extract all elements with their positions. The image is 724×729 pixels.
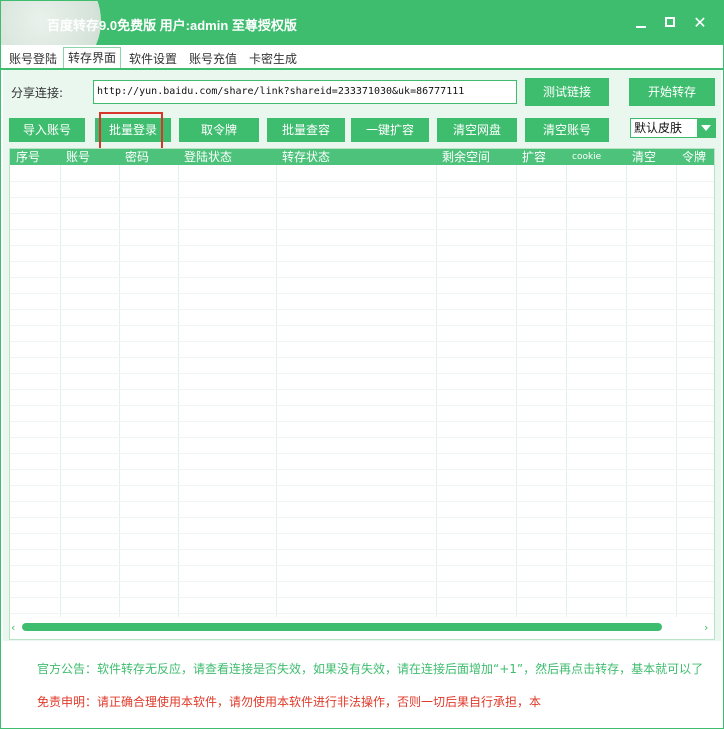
table-row-divider: [10, 309, 714, 310]
table-row-divider: [10, 613, 714, 614]
window-title: 百度转存9.0免费版 用户:admin 至尊授权版: [47, 18, 297, 33]
share-link-input[interactable]: http://yun.baidu.com/share/link?shareid=…: [93, 80, 517, 104]
column-header-expand[interactable]: 扩容: [518, 149, 546, 165]
column-header-password[interactable]: 密码: [121, 149, 149, 165]
maximize-icon[interactable]: [658, 11, 682, 35]
table-header: 序号 账号 密码 登陆状态 转存状态 剩余空间 扩容 cookie 清空 令牌: [10, 149, 714, 165]
table-row-divider: [10, 533, 714, 534]
skin-select-value: 默认皮肤: [634, 121, 683, 135]
one-click-expand-button[interactable]: 一键扩容: [351, 118, 429, 142]
table-row-divider: [10, 597, 714, 598]
column-header-transfer-status[interactable]: 转存状态: [278, 149, 330, 165]
test-link-button[interactable]: 测试链接: [525, 78, 609, 106]
minimize-icon[interactable]: [629, 11, 653, 35]
close-icon[interactable]: ✕: [688, 11, 712, 35]
table-row-divider: [10, 341, 714, 342]
table-row-divider: [10, 325, 714, 326]
table-row-divider: [10, 437, 714, 438]
tab-card-generate[interactable]: 卡密生成: [245, 49, 301, 69]
table-row-divider: [10, 421, 714, 422]
title-bar[interactable]: 百度转存9.0免费版 用户:admin 至尊授权版 ✕: [1, 1, 723, 81]
tab-bar: 账号登陆 转存界面 软件设置 账号充值 卡密生成: [1, 45, 723, 69]
table-row-divider: [10, 181, 714, 182]
share-link-label: 分享连接:: [11, 86, 64, 100]
column-header-clear[interactable]: 清空: [628, 149, 656, 165]
scroll-left-icon[interactable]: ‹: [11, 621, 15, 635]
start-transfer-button[interactable]: 开始转存: [629, 78, 715, 106]
column-header-cookie[interactable]: cookie: [568, 149, 601, 165]
table-row-divider: [10, 517, 714, 518]
column-header-index[interactable]: 序号: [12, 149, 40, 165]
transfer-panel: 分享连接: http://yun.baidu.com/share/link?sh…: [3, 70, 721, 641]
column-header-remaining-space[interactable]: 剩余空间: [438, 149, 490, 165]
column-header-login-status[interactable]: 登陆状态: [180, 149, 232, 165]
tab-recharge[interactable]: 账号充值: [185, 49, 241, 69]
clear-accounts-button[interactable]: 清空账号: [525, 118, 609, 142]
clear-disk-button[interactable]: 清空网盘: [437, 118, 517, 142]
table-row-divider: [10, 469, 714, 470]
horizontal-scrollbar[interactable]: ‹ ›: [10, 619, 714, 637]
skin-select[interactable]: 默认皮肤: [630, 118, 716, 138]
table-row-divider: [10, 549, 714, 550]
table-row-divider: [10, 197, 714, 198]
accounts-table: 序号 账号 密码 登陆状态 转存状态 剩余空间 扩容 cookie 清空 令牌: [9, 148, 715, 640]
table-row-divider: [10, 229, 714, 230]
table-row-divider: [10, 357, 714, 358]
table-row-divider: [10, 485, 714, 486]
batch-check-capacity-button[interactable]: 批量查容: [267, 118, 345, 142]
get-token-button[interactable]: 取令牌: [179, 118, 259, 142]
column-header-account[interactable]: 账号: [62, 149, 90, 165]
import-accounts-button[interactable]: 导入账号: [9, 118, 85, 142]
table-row-divider: [10, 565, 714, 566]
disclaimer: 免责申明：请正确合理使用本软件，请勿使用本软件进行非法操作，否则一切后果自行承担…: [37, 695, 542, 709]
table-row-divider: [10, 581, 714, 582]
scroll-right-icon[interactable]: ›: [704, 621, 708, 635]
table-row-divider: [10, 389, 714, 390]
table-row-divider: [10, 277, 714, 278]
tab-account-login[interactable]: 账号登陆: [5, 49, 61, 69]
tab-settings[interactable]: 软件设置: [125, 49, 181, 69]
table-row-divider: [10, 405, 714, 406]
official-notice: 官方公告：软件转存无反应，请查看连接是否失效，如果没有失效，请在连接后面增加“+…: [37, 662, 704, 676]
table-row-divider: [10, 453, 714, 454]
chevron-down-icon[interactable]: [697, 119, 715, 137]
table-row-divider: [10, 213, 714, 214]
scrollbar-thumb[interactable]: [22, 623, 662, 631]
table-row-divider: [10, 293, 714, 294]
table-row-divider: [10, 261, 714, 262]
tab-transfer[interactable]: 转存界面: [63, 47, 122, 69]
app-window: 百度转存9.0免费版 用户:admin 至尊授权版 ✕ 账号登陆 转存界面 软件…: [0, 0, 724, 729]
table-row-divider: [10, 245, 714, 246]
column-header-token[interactable]: 令牌: [678, 149, 706, 165]
table-row-divider: [10, 373, 714, 374]
table-row-divider: [10, 501, 714, 502]
